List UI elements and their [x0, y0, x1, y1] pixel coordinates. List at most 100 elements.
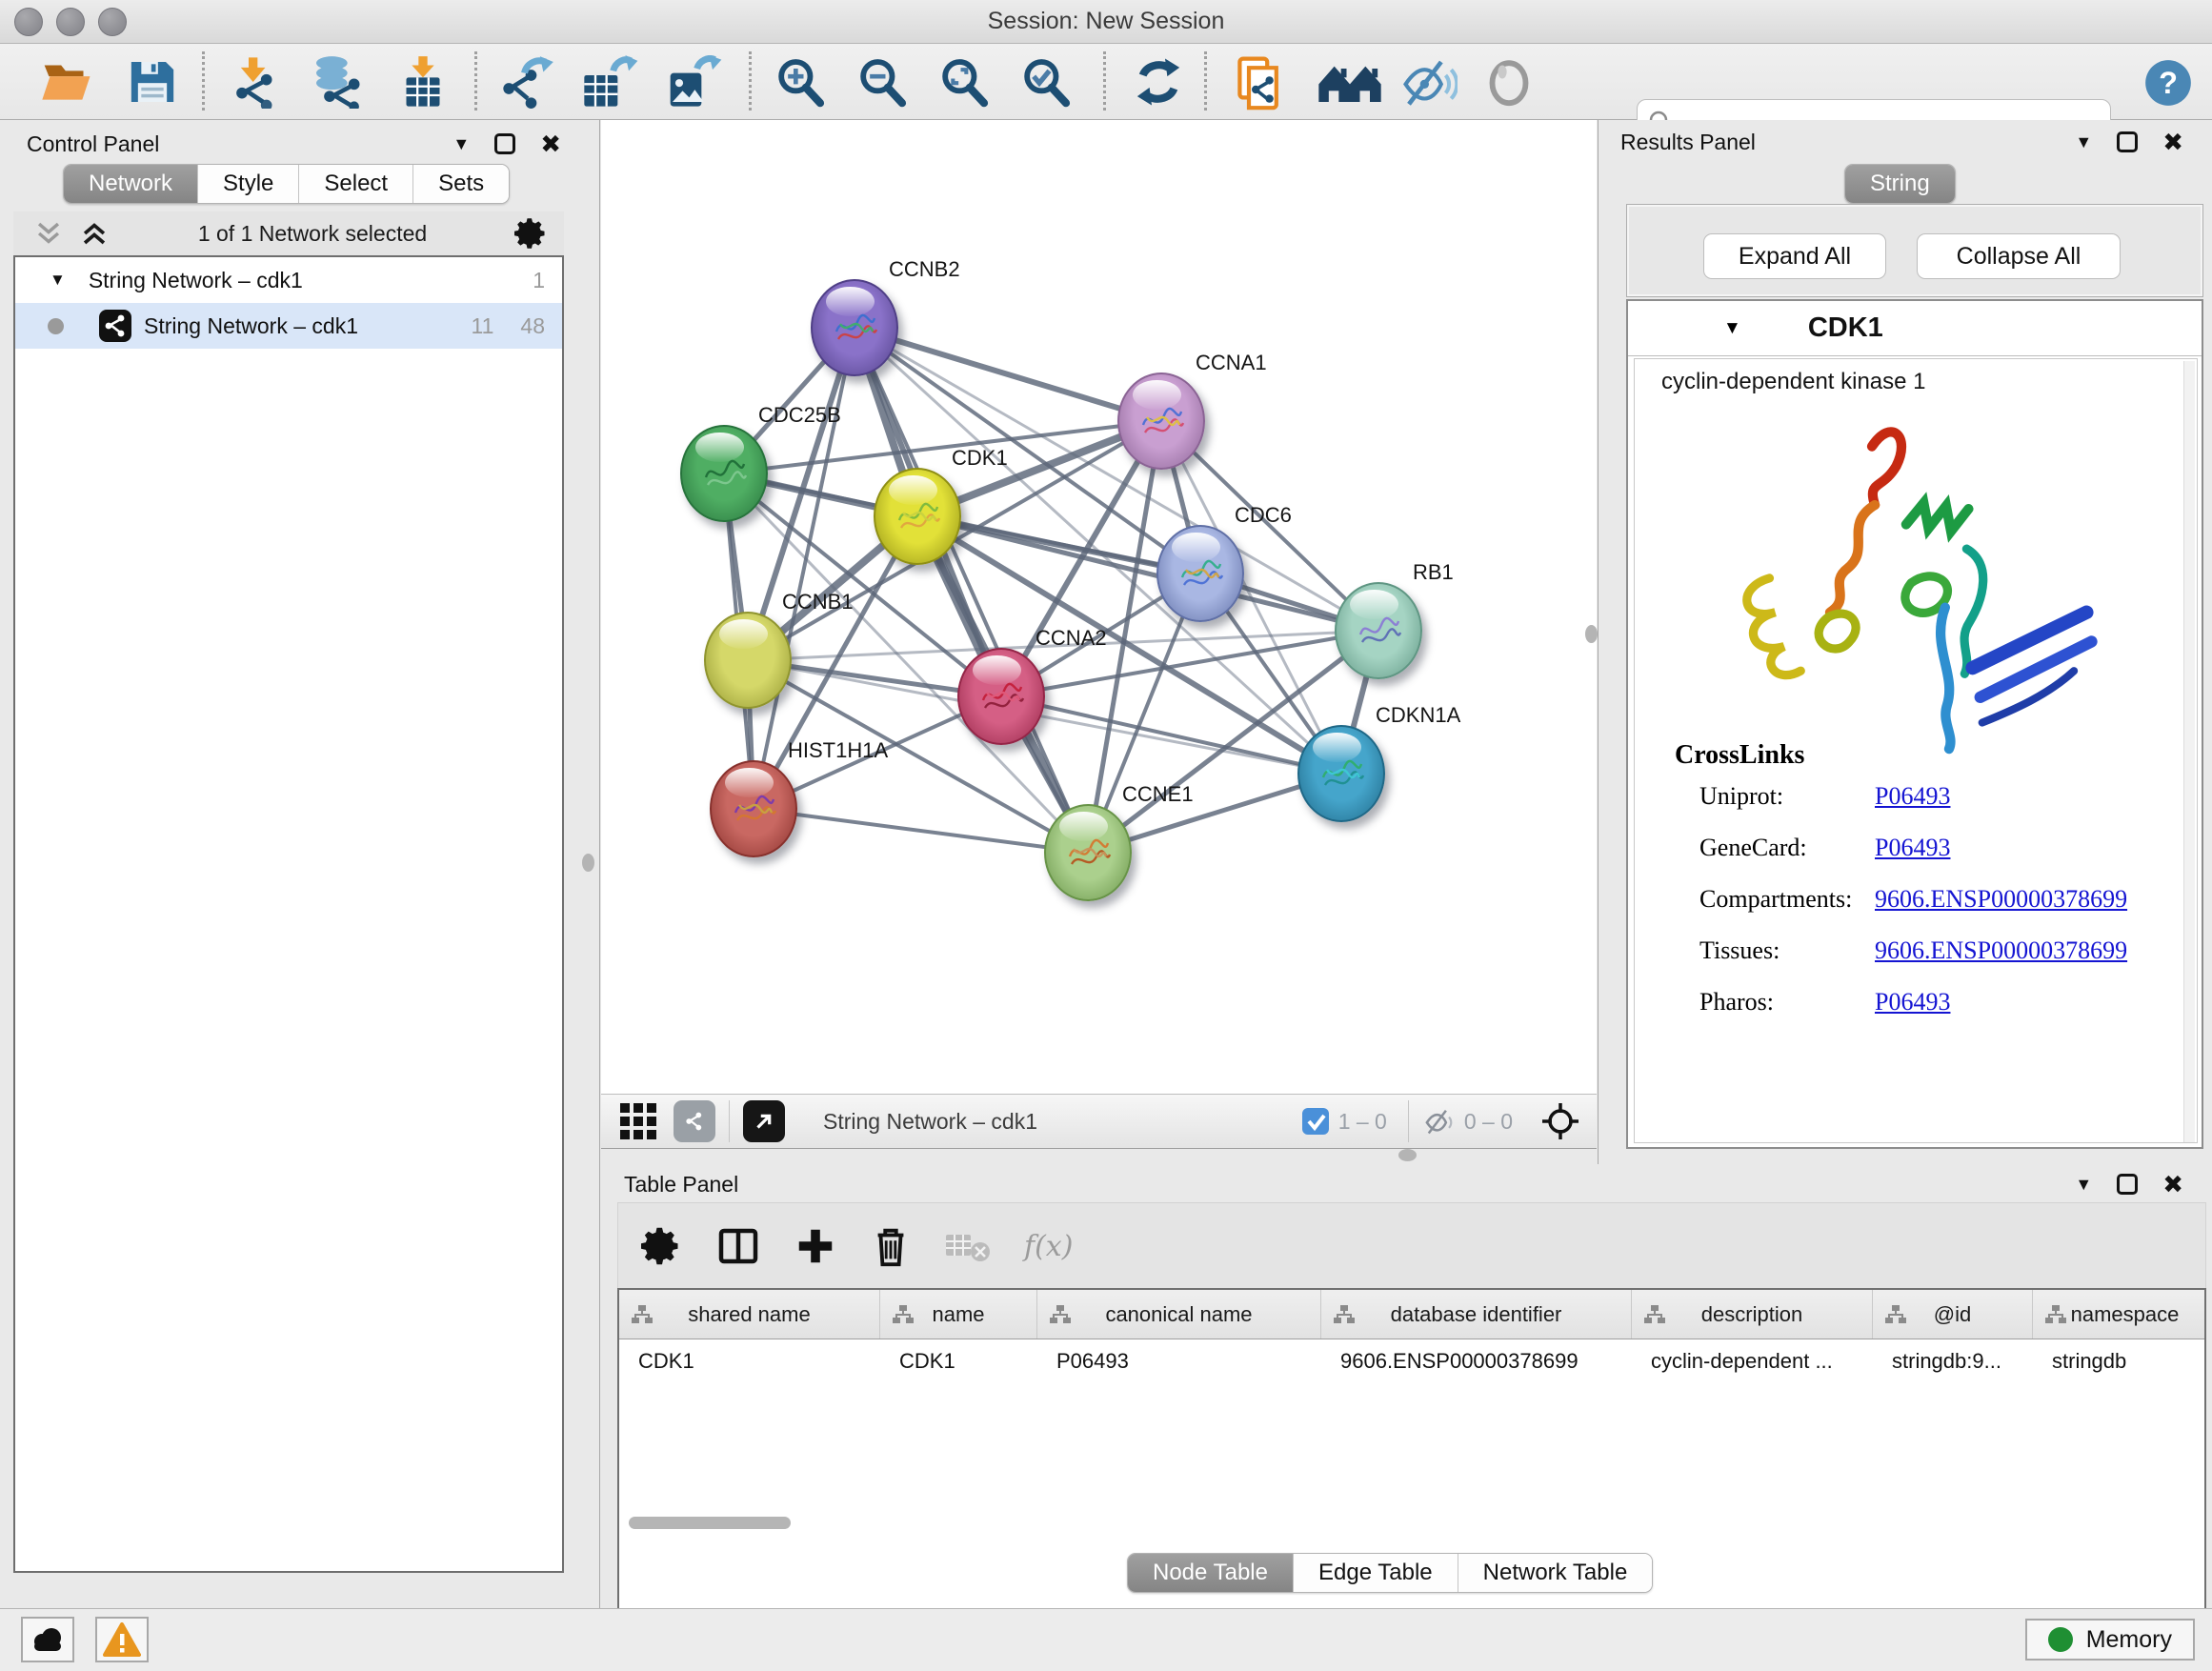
tab-network-table[interactable]: Network Table: [1458, 1554, 1653, 1592]
open-file-button[interactable]: [40, 55, 93, 109]
tab-select[interactable]: Select: [299, 165, 413, 203]
network-node-RB1[interactable]: [1335, 582, 1422, 679]
panel-float-icon[interactable]: [2117, 131, 2138, 152]
attribute-type-icon: [892, 1304, 915, 1325]
import-table-button[interactable]: [396, 55, 450, 109]
hide-details-button[interactable]: [1400, 55, 1454, 109]
section-collapse-icon[interactable]: ▼: [1723, 318, 1741, 339]
table-settings-gear-icon[interactable]: [641, 1225, 683, 1267]
left-splitter-handle[interactable]: [582, 854, 594, 872]
clone-network-button[interactable]: [1233, 55, 1286, 109]
network-node-CDC25B[interactable]: [680, 425, 768, 522]
network-node-CCNE1[interactable]: [1044, 804, 1132, 901]
network-tree-row-selected[interactable]: String Network – cdk1 11 48: [15, 303, 562, 349]
column-header-canonical-name[interactable]: canonical name: [1037, 1290, 1321, 1339]
selected-checkbox-icon[interactable]: [1300, 1106, 1331, 1137]
network-edge[interactable]: [754, 809, 1088, 853]
zoom-selected-button[interactable]: [1019, 55, 1073, 109]
level-of-detail-button[interactable]: [1482, 55, 1536, 109]
results-scrollbar[interactable]: [2183, 361, 2195, 1142]
table-row[interactable]: CDK1CDK1P064939606.ENSP00000378699cyclin…: [619, 1339, 2204, 1383]
gene-header-row[interactable]: ▼ CDK1: [1628, 301, 2202, 356]
column-header-@id[interactable]: @id: [1873, 1290, 2033, 1339]
tab-edge-table[interactable]: Edge Table: [1294, 1554, 1458, 1592]
network-node-CDK1[interactable]: [874, 468, 961, 565]
table-cell: 9606.ENSP00000378699: [1321, 1339, 1632, 1383]
right-splitter-handle[interactable]: [1585, 625, 1598, 643]
crosslink-link[interactable]: P06493: [1875, 834, 1950, 862]
panel-menu-icon[interactable]: ▼: [2075, 1175, 2092, 1195]
network-node-CDC6[interactable]: [1156, 525, 1244, 622]
column-header-shared-name[interactable]: shared name: [619, 1290, 880, 1339]
crosslink-link[interactable]: P06493: [1875, 988, 1950, 1017]
network-node-CCNA1[interactable]: [1117, 372, 1205, 470]
cloud-button[interactable]: [21, 1617, 74, 1662]
network-canvas[interactable]: CCNB2CCNA1CDC25BCDK1CDC6RB1CCNB1CCNA2CDK…: [601, 120, 1597, 1094]
function-builder-button[interactable]: f(x): [1024, 1230, 1073, 1263]
column-header-namespace[interactable]: namespace: [2033, 1290, 2206, 1339]
network-node-CCNA2[interactable]: [957, 648, 1045, 745]
refresh-layout-button[interactable]: [1132, 55, 1185, 109]
collapse-all-button[interactable]: Collapse All: [1917, 233, 2121, 279]
import-network-button[interactable]: [229, 55, 282, 109]
network-tree-root-row[interactable]: ▼ String Network – cdk1 1: [15, 257, 562, 303]
network-node-HIST1H1A[interactable]: [710, 760, 797, 857]
delete-column-trash-icon[interactable]: [870, 1224, 912, 1268]
panel-menu-icon[interactable]: ▼: [452, 134, 470, 154]
tree-expand-icon[interactable]: ▼: [50, 271, 66, 290]
node-label-CDC25B: CDC25B: [758, 403, 841, 428]
column-header-name[interactable]: name: [880, 1290, 1037, 1339]
tab-network[interactable]: Network: [64, 165, 198, 203]
collapse-all-icon[interactable]: [32, 217, 65, 250]
network-edge[interactable]: [917, 516, 1378, 631]
panel-close-icon[interactable]: ✖: [540, 133, 561, 154]
network-edge[interactable]: [855, 328, 1161, 421]
export-network-button[interactable]: [499, 55, 553, 109]
panel-close-icon[interactable]: ✖: [2162, 1174, 2183, 1195]
tab-style[interactable]: Style: [198, 165, 299, 203]
memory-button[interactable]: Memory: [2025, 1619, 2195, 1661]
birdseye-grid-icon[interactable]: [620, 1103, 656, 1139]
tab-sets[interactable]: Sets: [413, 165, 509, 203]
split-columns-icon[interactable]: [715, 1223, 761, 1269]
panel-menu-icon[interactable]: ▼: [2075, 132, 2092, 152]
expand-all-button[interactable]: Expand All: [1703, 233, 1886, 279]
zoom-fit-button[interactable]: [937, 55, 991, 109]
network-node-CCNB1[interactable]: [704, 612, 792, 709]
panel-close-icon[interactable]: ✖: [2162, 131, 2183, 152]
column-header-description[interactable]: description: [1632, 1290, 1873, 1339]
string-home-button[interactable]: [1317, 55, 1383, 109]
gear-icon[interactable]: [514, 216, 549, 251]
crosslink-link[interactable]: 9606.ENSP00000378699: [1875, 885, 2127, 914]
tab-string[interactable]: String: [1845, 165, 1955, 203]
panel-float-icon[interactable]: [494, 133, 515, 154]
bottom-splitter-handle[interactable]: [1398, 1149, 1417, 1161]
network-node-CCNB2[interactable]: [811, 279, 898, 376]
help-icon: ?: [2143, 58, 2193, 108]
tab-node-table[interactable]: Node Table: [1128, 1554, 1294, 1592]
open-external-button[interactable]: [743, 1100, 785, 1142]
network-edge[interactable]: [855, 328, 1088, 853]
save-session-button[interactable]: [126, 55, 179, 109]
add-column-icon[interactable]: [794, 1224, 837, 1268]
expand-all-icon[interactable]: [78, 217, 111, 250]
panel-float-icon[interactable]: [2117, 1174, 2138, 1195]
column-header-database-identifier[interactable]: database identifier: [1321, 1290, 1632, 1339]
memory-status-dot: [2048, 1627, 2073, 1652]
crosslink-link[interactable]: P06493: [1875, 782, 1950, 811]
table-horizontal-scrollbar[interactable]: [629, 1517, 791, 1529]
export-image-button[interactable]: [663, 55, 716, 109]
export-table-icon: [579, 55, 638, 109]
help-button[interactable]: ?: [2142, 57, 2195, 111]
zoom-out-button[interactable]: [855, 55, 909, 109]
crosshair-icon[interactable]: [1539, 1100, 1581, 1142]
warnings-button[interactable]: [95, 1617, 149, 1662]
zoom-in-button[interactable]: [774, 55, 827, 109]
string-style-toggle[interactable]: [674, 1100, 715, 1142]
network-edge[interactable]: [1001, 696, 1341, 774]
import-network-from-database-button[interactable]: [307, 55, 360, 109]
attribute-type-icon: [1049, 1304, 1072, 1325]
network-node-CDKN1A[interactable]: [1297, 725, 1385, 822]
export-table-button[interactable]: [579, 55, 633, 109]
crosslink-link[interactable]: 9606.ENSP00000378699: [1875, 936, 2127, 965]
